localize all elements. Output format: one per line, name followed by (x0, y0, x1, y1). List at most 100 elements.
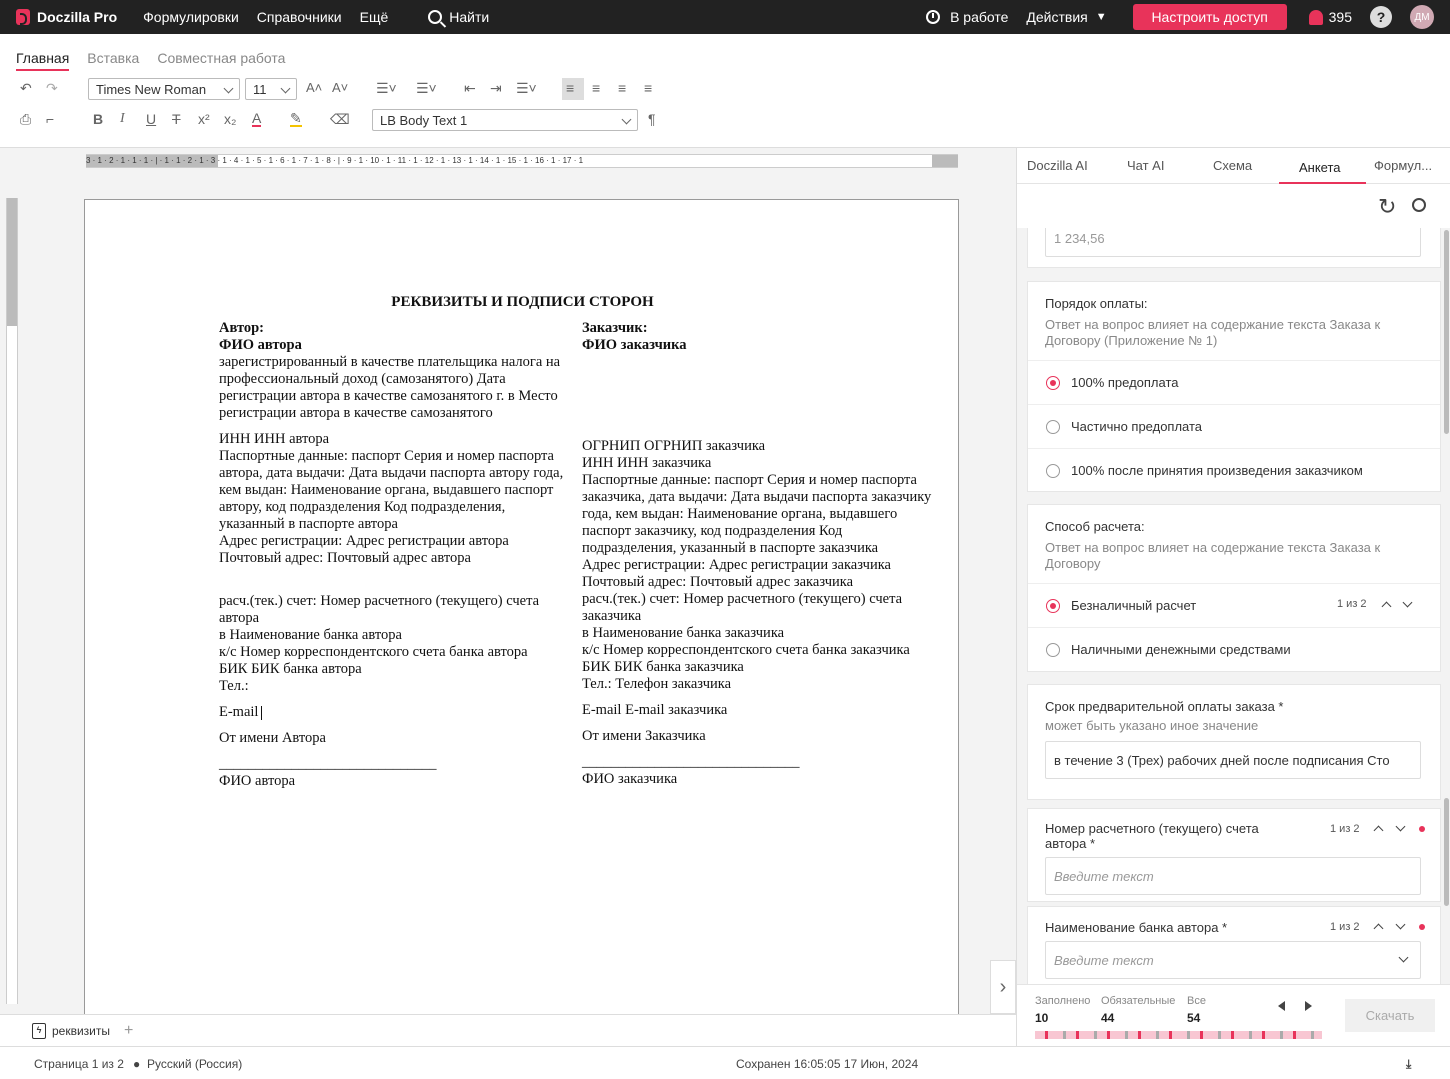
option-post-acceptance[interactable]: 100% после принятия произведения заказчи… (1028, 448, 1440, 492)
author-postal-field[interactable]: Почтовый адрес автора (327, 550, 471, 566)
font-color-icon[interactable]: A (252, 111, 262, 127)
prepay-term-input[interactable]: в течение 3 (Трех) рабочих дней после по… (1045, 741, 1421, 779)
font-family-select[interactable]: Times New Roman (88, 78, 240, 100)
increase-font-icon[interactable]: A˄ (306, 80, 322, 95)
customer-postal-field[interactable]: Почтовый адрес заказчика (690, 574, 853, 590)
align-center-icon[interactable]: ≡ (592, 80, 600, 96)
horizontal-ruler[interactable]: 3 · 1 · 2 · 1 · 1 · 1 · | · 1 · 1 · 2 · … (86, 154, 958, 168)
nav-directories[interactable]: Справочники (257, 9, 342, 25)
language-selector[interactable]: Русский (Россия) (147, 1057, 242, 1071)
download-button[interactable]: Скачать (1345, 999, 1435, 1032)
author-name-field[interactable]: ФИО автора (219, 337, 571, 354)
author-issued-date-field[interactable]: Дата выдачи паспорта автору (349, 465, 530, 481)
vertical-ruler[interactable] (6, 198, 18, 1004)
author-inn-field[interactable]: ИНН автора (254, 431, 329, 447)
paragraph-style-select[interactable]: LB Body Text 1 (372, 109, 638, 131)
numbered-list-icon[interactable]: ☰˅ (416, 80, 437, 97)
align-justify-icon[interactable]: ≡ (644, 80, 652, 96)
redo-icon[interactable]: ↷ (46, 80, 58, 97)
author-bank-field[interactable]: Наименование банка автора (229, 627, 401, 643)
superscript-icon[interactable]: x² (198, 111, 210, 127)
decrease-font-icon[interactable]: A˅ (332, 80, 348, 95)
subscript-icon[interactable]: x₂ (224, 111, 236, 127)
author-sign-name-field[interactable]: ФИО автора (219, 773, 571, 790)
configure-access-button[interactable]: Настроить доступ (1132, 4, 1287, 30)
chevron-down-icon[interactable] (1402, 597, 1413, 608)
search-button[interactable]: Найти (428, 9, 489, 25)
refresh-icon[interactable]: ↻ (1378, 194, 1396, 220)
customer-phone-field[interactable]: Телефон заказчика (615, 676, 731, 692)
actions-menu[interactable]: Действия (1026, 9, 1087, 25)
tab-chat-ai[interactable]: Чат AI (1127, 158, 1164, 173)
format-painter-icon[interactable]: ⌐ (46, 111, 54, 127)
account-number-input[interactable]: Введите текст (1045, 857, 1421, 895)
avatar[interactable]: ДМ (1410, 5, 1434, 29)
add-tab-icon[interactable]: + (124, 1022, 133, 1040)
bell-icon[interactable] (1308, 9, 1323, 25)
customer-issued-date-field[interactable]: Дата выдачи паспорта заказчику (731, 489, 931, 505)
strikethrough-icon[interactable]: T (172, 111, 181, 127)
font-size-select[interactable]: 11 (245, 78, 297, 100)
radio[interactable] (1046, 643, 1060, 657)
decrease-indent-icon[interactable]: ⇤ (464, 80, 476, 97)
italic-icon[interactable]: I (120, 111, 125, 127)
chevron-down-icon[interactable] (1395, 821, 1406, 832)
nav-more[interactable]: Ещё (360, 9, 389, 25)
tab-formulations[interactable]: Формул... (1374, 158, 1432, 173)
status-label[interactable]: В работе (950, 9, 1008, 25)
author-corr-field[interactable]: Номер корреспондентского счета банка авт… (240, 644, 527, 660)
undo-icon[interactable]: ↶ (20, 80, 32, 97)
radio[interactable] (1046, 420, 1060, 434)
document-page[interactable]: РЕКВИЗИТЫ И ПОДПИСИ СТОРОН Автор: ФИО ав… (84, 199, 959, 1014)
previous-icon[interactable] (1278, 1001, 1285, 1011)
bold-icon[interactable]: B (93, 111, 103, 127)
bulleted-list-icon[interactable]: ☰˅ (376, 80, 397, 97)
option-cashless[interactable]: Безналичный расчет 1 из 2 (1028, 583, 1440, 627)
customer-sign-name-field[interactable]: ФИО заказчика (582, 771, 934, 788)
align-right-icon[interactable]: ≡ (618, 80, 626, 96)
bank-name-select[interactable]: Введите текст (1045, 941, 1421, 979)
print-icon[interactable]: ⎙ (20, 111, 31, 128)
underline-icon[interactable]: U (146, 111, 156, 127)
option-full-prepay[interactable]: 100% предоплата (1028, 360, 1440, 404)
pilcrow-icon[interactable]: ¶ (648, 111, 656, 127)
chevron-right-icon[interactable]: › (990, 960, 1016, 1014)
author-address-field[interactable]: Адрес регистрации автора (346, 533, 509, 549)
customer-name-field[interactable]: ФИО заказчика (582, 337, 934, 354)
help-icon[interactable]: ? (1370, 6, 1392, 28)
highlight-icon[interactable]: ✎ (290, 111, 302, 127)
document-tab[interactable]: реквизиты (52, 1024, 110, 1038)
download-icon[interactable]: ⤓ (1406, 1057, 1411, 1072)
line-spacing-icon[interactable]: ☰˅ (516, 80, 537, 97)
nav-formulations[interactable]: Формулировки (143, 9, 239, 25)
tab-insert[interactable]: Вставка (87, 50, 139, 71)
customer-bank-field[interactable]: Наименование банка заказчика (592, 625, 784, 641)
customer-ogrnip-field[interactable]: ОГРНИП заказчика (644, 438, 765, 454)
questionnaire-scroll[interactable]: 1 234,56 Порядок оплаты: Ответ на вопрос… (1017, 228, 1450, 984)
chevron-up-icon[interactable] (1373, 825, 1384, 836)
author-bik-field[interactable]: БИК банка автора (251, 661, 362, 677)
clear-format-icon[interactable]: ⌫ (330, 111, 350, 128)
customer-email-field[interactable]: E-mail заказчика (625, 702, 727, 718)
chevron-up-icon[interactable] (1381, 601, 1392, 612)
tab-schema[interactable]: Схема (1213, 158, 1252, 173)
tab-home[interactable]: Главная (16, 50, 70, 71)
option-partial-prepay[interactable]: Частично предоплата (1028, 404, 1440, 448)
scrollbar-thumb[interactable] (1444, 798, 1449, 906)
radio-selected[interactable] (1046, 376, 1060, 390)
option-cash[interactable]: Наличными денежными средствами (1028, 627, 1440, 671)
radio[interactable] (1046, 464, 1060, 478)
app-logo[interactable]: Doczilla Pro (16, 9, 117, 25)
radio-selected[interactable] (1046, 599, 1060, 613)
scrollbar-track[interactable] (1444, 230, 1449, 434)
tab-doczilla-ai[interactable]: Doczilla AI (1027, 158, 1088, 173)
customer-corr-field[interactable]: Номер корреспондентского счета банка зак… (603, 642, 910, 658)
customer-bik-field[interactable]: БИК банка заказчика (614, 659, 744, 675)
align-left-icon[interactable]: ≡ (566, 80, 574, 96)
customer-inn-field[interactable]: ИНН заказчика (617, 455, 711, 471)
next-icon[interactable] (1305, 1001, 1312, 1011)
increase-indent-icon[interactable]: ⇥ (490, 80, 502, 97)
tab-questionnaire[interactable]: Анкета (1299, 160, 1341, 175)
tab-collaboration[interactable]: Совместная работа (157, 50, 285, 71)
amount-input[interactable]: 1 234,56 (1045, 228, 1421, 257)
